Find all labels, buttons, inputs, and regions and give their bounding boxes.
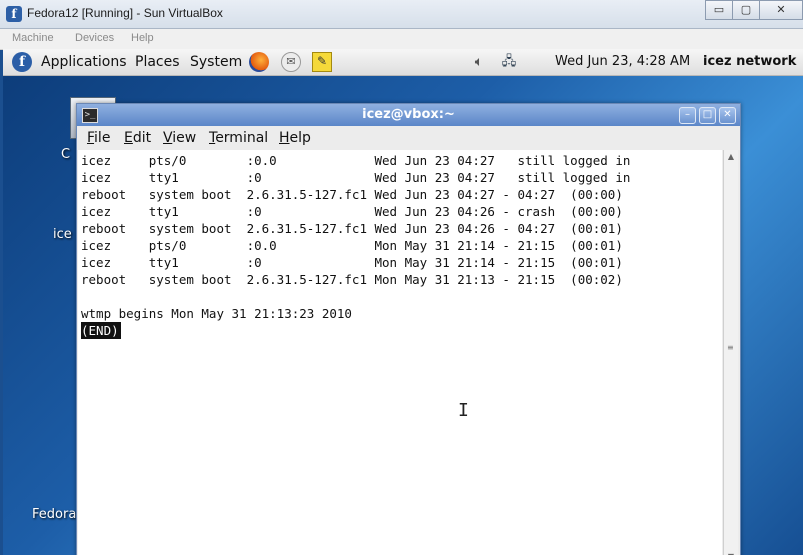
terminal-minimize-button[interactable]: –	[679, 107, 696, 124]
applications-menu[interactable]: Applications	[41, 54, 127, 70]
scroll-up-arrow-icon[interactable]: ▲	[726, 152, 736, 162]
terminal-titlebar[interactable]: >_ icez@vbox:~ – □ ✕	[77, 104, 740, 126]
network-icon[interactable]: 🖧	[499, 52, 519, 72]
top-panel: f Applications Places System ✉ ✎ 🔈︎ 🖧 We…	[3, 49, 803, 76]
menu-help-terminal[interactable]: Help	[279, 130, 311, 146]
terminal-output: icez pts/0 :0.0 Wed Jun 23 04:27 still l…	[81, 153, 631, 321]
menu-terminal[interactable]: Terminal	[209, 130, 268, 146]
vbox-titlebar: f Fedora12 [Running] - Sun VirtualBox ▭ …	[0, 0, 803, 29]
virtualbox-icon: f	[6, 6, 22, 22]
terminal-title: icez@vbox:~	[362, 107, 455, 122]
terminal-window-controls: – □ ✕	[679, 107, 736, 124]
close-button[interactable]: ✕	[759, 0, 803, 20]
volume-icon[interactable]: 🔈︎	[469, 52, 489, 72]
text-cursor-icon: I	[458, 400, 469, 421]
desktop-label-computer[interactable]: C	[61, 147, 70, 162]
menu-machine[interactable]: Machine	[12, 32, 54, 44]
guest-desktop: f Applications Places System ✉ ✎ 🔈︎ 🖧 We…	[3, 49, 803, 555]
vbox-menubar: Machine Devices Help	[0, 29, 803, 50]
firefox-icon[interactable]	[249, 52, 269, 72]
maximize-button[interactable]: ▢	[732, 0, 760, 20]
menu-file[interactable]: File	[87, 130, 110, 146]
terminal-window: >_ icez@vbox:~ – □ ✕ File Edit View Term…	[76, 103, 741, 555]
network-name[interactable]: icez network	[703, 54, 796, 69]
mail-icon[interactable]: ✉	[281, 52, 301, 72]
terminal-close-button[interactable]: ✕	[719, 107, 736, 124]
minimize-button[interactable]: ▭	[705, 0, 733, 20]
menu-view[interactable]: View	[163, 130, 196, 146]
window-title: Fedora12 [Running] - Sun VirtualBox	[27, 6, 223, 20]
menu-edit[interactable]: Edit	[124, 130, 151, 146]
terminal-scrollbar[interactable]: ▲ ≡ ▼	[723, 150, 738, 555]
terminal-maximize-button[interactable]: □	[699, 107, 716, 124]
desktop-label-home[interactable]: ice	[53, 227, 72, 242]
panel-clock[interactable]: Wed Jun 23, 4:28 AM	[555, 54, 690, 69]
notes-icon[interactable]: ✎	[312, 52, 332, 72]
places-menu[interactable]: Places	[135, 54, 180, 70]
desktop-label-fedora[interactable]: Fedora	[32, 507, 76, 522]
window-controls: ▭ ▢ ✕	[705, 0, 803, 20]
fedora-icon[interactable]: f	[12, 52, 32, 72]
pager-end-marker: (END)	[81, 322, 121, 339]
terminal-menubar: File Edit View Terminal Help	[77, 126, 740, 150]
terminal-output-area[interactable]: icez pts/0 :0.0 Wed Jun 23 04:27 still l…	[78, 150, 722, 555]
menu-devices[interactable]: Devices	[75, 32, 114, 44]
menu-help[interactable]: Help	[131, 32, 154, 44]
scroll-grip-icon[interactable]: ≡	[727, 344, 734, 352]
system-menu[interactable]: System	[190, 54, 242, 70]
